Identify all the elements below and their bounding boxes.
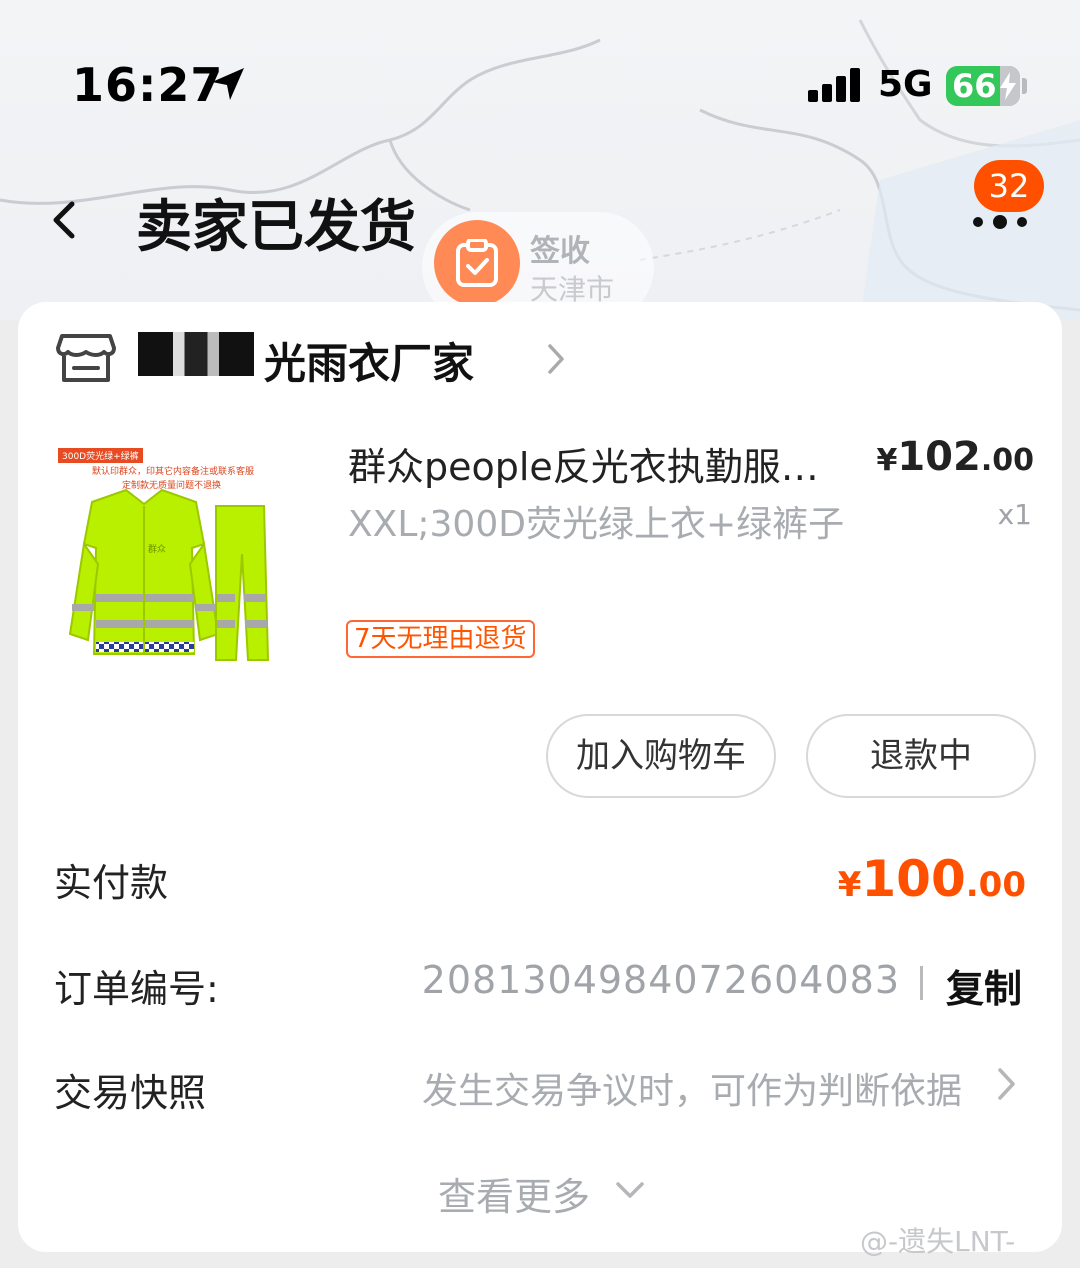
paid-dec: .00: [965, 865, 1026, 905]
message-badge[interactable]: 32: [974, 160, 1044, 212]
watermark: @-遗失LNT-: [860, 1225, 1016, 1258]
product-price-currency: ¥: [876, 443, 898, 478]
order-card: 光雨衣厂家 300D荧光绿+绿裤 默认印群众，印其它内容备注或联系客服 定制款无…: [18, 302, 1062, 1252]
product-quantity: x1: [997, 498, 1032, 531]
status-time: 16:27: [72, 58, 224, 112]
snapshot-description[interactable]: 发生交易争议时，可作为判断依据: [422, 1062, 962, 1114]
return-policy-tag: 7天无理由退货: [346, 620, 535, 658]
add-to-cart-button[interactable]: 加入购物车: [546, 714, 776, 798]
product-print-text: 群众: [148, 543, 166, 555]
paid-currency: ¥: [837, 865, 862, 905]
paid-amount: ¥100.00: [838, 850, 1026, 908]
chevron-down-icon[interactable]: [614, 1180, 646, 1200]
product-price-dec: .00: [980, 443, 1034, 478]
product-price-int: 102: [897, 434, 981, 480]
order-number: 2081304984072604083: [421, 958, 900, 1002]
product-sku: XXL;300D荧光绿上衣+绿裤子: [348, 504, 845, 545]
product-title[interactable]: 群众people反光衣执勤服…: [348, 436, 868, 491]
page-title: 卖家已发货: [136, 195, 416, 260]
battery-charging-icon: 66: [946, 66, 1020, 106]
paid-label: 实付款: [54, 861, 169, 905]
copy-order-number-button[interactable]: 复制: [946, 958, 1022, 1013]
sign-status-title: 签收: [530, 234, 590, 269]
chevron-right-icon[interactable]: [996, 1066, 1018, 1102]
network-type: 5G: [878, 64, 933, 105]
redacted-mosaic: [138, 332, 254, 376]
battery-level: 66: [952, 67, 997, 105]
back-icon[interactable]: [40, 190, 90, 250]
refund-status-button[interactable]: 退款中: [806, 714, 1036, 798]
view-more-button[interactable]: 查看更多: [438, 1166, 590, 1221]
signal-icon: [808, 68, 860, 102]
shop-name[interactable]: 光雨衣厂家: [264, 330, 474, 391]
product-image[interactable]: 300D荧光绿+绿裤 默认印群众，印其它内容备注或联系客服 定制款无质量问题不退…: [54, 444, 290, 680]
battery-tip: [1022, 78, 1027, 94]
snapshot-label[interactable]: 交易快照: [54, 1062, 206, 1117]
divider: [920, 966, 923, 1000]
paid-int: 100: [861, 850, 966, 908]
order-number-label: 订单编号:: [54, 967, 219, 1011]
shop-row[interactable]: 光雨衣厂家: [18, 302, 1062, 412]
status-bar: 16:27 5G 66: [0, 0, 1080, 170]
store-icon: [56, 334, 116, 382]
clipboard-check-icon: [434, 220, 520, 306]
location-arrow-icon: [212, 68, 244, 100]
chevron-right-icon: [548, 344, 564, 374]
product-price: ¥102.00: [876, 434, 1034, 480]
